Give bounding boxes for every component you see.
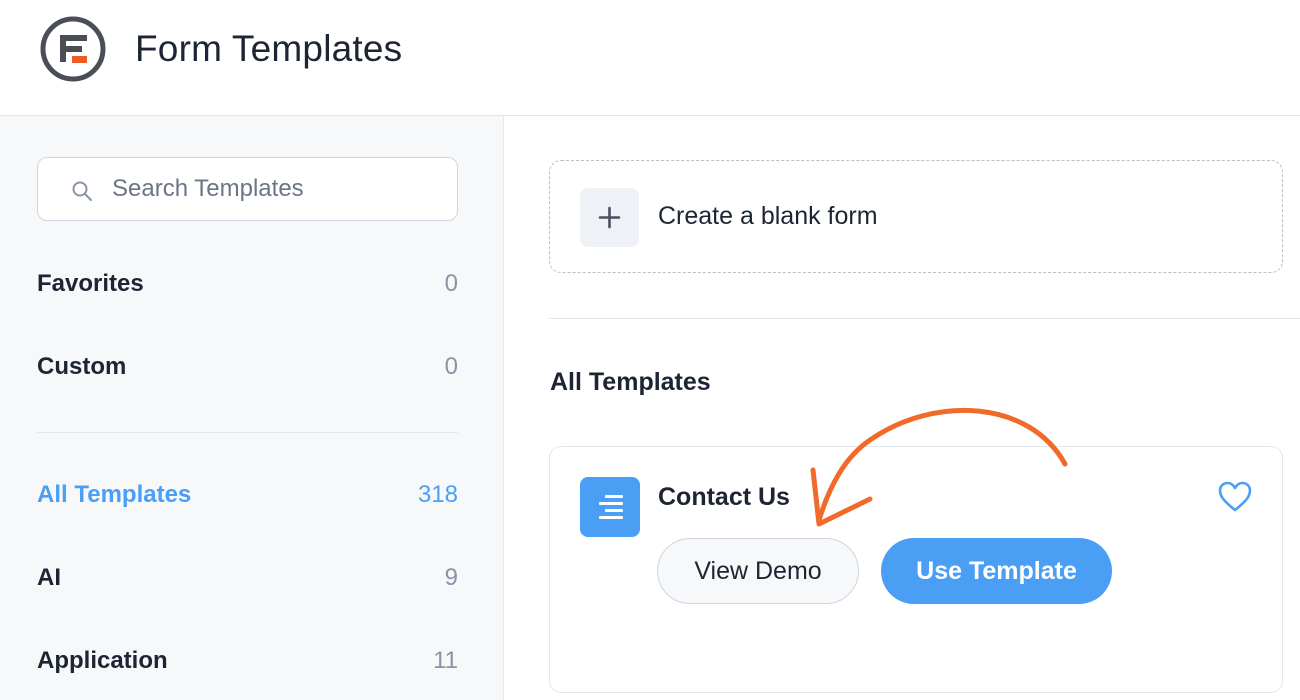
sidebar-item-label: Favorites: [37, 270, 144, 297]
section-title: All Templates: [550, 368, 711, 396]
search-icon: [72, 181, 92, 201]
heart-icon[interactable]: [1217, 480, 1253, 514]
sidebar-item-all-templates[interactable]: All Templates 318: [37, 475, 458, 515]
sidebar-item-label: Custom: [37, 353, 127, 380]
page-title: Form Templates: [135, 28, 403, 69]
plus-icon-box: [580, 188, 639, 247]
sidebar: Favorites 0 Custom 0 All Templates 318 A…: [0, 116, 504, 700]
create-blank-form-label: Create a blank form: [658, 202, 878, 230]
sidebar-item-custom[interactable]: Custom 0: [37, 347, 458, 387]
sidebar-divider: [37, 432, 458, 433]
section-divider: [549, 318, 1300, 319]
align-right-icon: [599, 495, 623, 519]
sidebar-item-count: 9: [444, 564, 458, 591]
sidebar-item-count: 0: [444, 270, 458, 297]
sidebar-item-count: 318: [417, 481, 458, 508]
sidebar-item-label: All Templates: [37, 481, 192, 508]
search-input[interactable]: [112, 166, 442, 212]
template-name: Contact Us: [658, 483, 790, 511]
formidable-logo-icon[interactable]: [40, 16, 106, 82]
create-blank-form-card[interactable]: Create a blank form: [549, 160, 1283, 273]
app-header: Form Templates: [0, 0, 1300, 116]
sidebar-item-label: AI: [37, 564, 61, 591]
sidebar-item-favorites[interactable]: Favorites 0: [37, 264, 458, 304]
sidebar-item-label: Application: [37, 647, 168, 674]
sidebar-item-count: 11: [433, 647, 458, 674]
sidebar-item-application[interactable]: Application 11: [37, 641, 458, 681]
template-card[interactable]: Contact Us View Demo Use Template: [549, 446, 1283, 693]
sidebar-item-count: 0: [444, 353, 458, 380]
use-template-button[interactable]: Use Template: [881, 538, 1112, 604]
plus-icon: [598, 206, 621, 229]
search-box[interactable]: [37, 157, 458, 221]
template-icon-box: [580, 477, 640, 537]
main-content: Create a blank form All Templates Contac…: [505, 116, 1300, 700]
view-demo-button[interactable]: View Demo: [657, 538, 859, 604]
sidebar-item-ai[interactable]: AI 9: [37, 558, 458, 598]
